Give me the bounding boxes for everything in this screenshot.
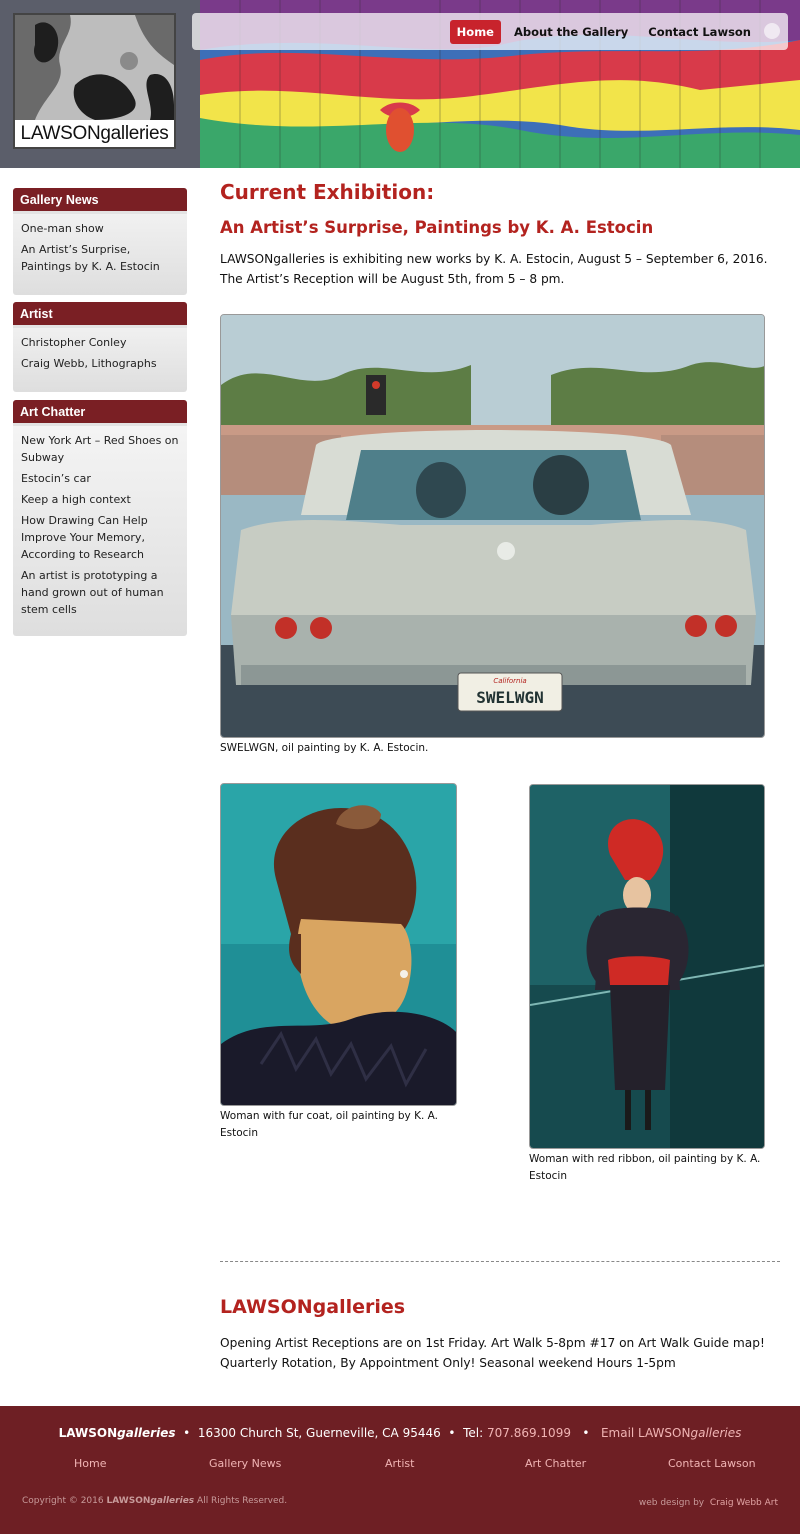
copyright-suffix: All Rights Reserved. xyxy=(197,1496,288,1506)
site-footer: LAWSONgalleries • 16300 Church St, Guern… xyxy=(0,1406,800,1534)
footer-copyright: Copyright © 2016 LAWSONgalleries All Rig… xyxy=(22,1496,287,1506)
gallery-info-text: Opening Artist Receptions are on 1st Fri… xyxy=(220,1336,765,1370)
sidebar-title: Art Chatter xyxy=(13,400,187,426)
painting-swelwgn[interactable]: California SWELWGN xyxy=(220,314,765,738)
footer-credit: web design by Craig Webb Art xyxy=(639,1498,778,1508)
car-painting-image: California SWELWGN xyxy=(221,315,764,737)
credit-prefix: web design by xyxy=(638,1498,705,1508)
footer-link-contact-lawson[interactable]: Contact Lawson xyxy=(668,1457,756,1470)
sidebar-link[interactable]: An Artist’s Surprise, Paintings by K. A.… xyxy=(21,241,179,275)
sidebar-title: Gallery News xyxy=(13,188,187,214)
license-plate-state: California xyxy=(493,677,526,685)
sidebar-artist: Artist Christopher Conley Craig Webb, Li… xyxy=(13,302,187,392)
sidebar-link[interactable]: An artist is prototyping a hand grown ou… xyxy=(21,567,179,618)
rss-icon[interactable] xyxy=(764,23,780,39)
sidebar-gallery-news: Gallery News One-man show An Artist’s Su… xyxy=(13,188,187,295)
footer-email-link[interactable]: Email LAWSONgalleries xyxy=(601,1426,741,1440)
main-nav: Home About the Gallery Contact Lawson xyxy=(192,13,788,50)
footer-link-home[interactable]: Home xyxy=(74,1457,106,1470)
license-plate-text: SWELWGN xyxy=(476,688,543,707)
sidebar-link[interactable]: Estocin’s car xyxy=(21,470,179,487)
credit-link[interactable]: Craig Webb Art xyxy=(710,1498,778,1508)
footer-address: 16300 Church St, Guerneville, CA 95446 xyxy=(197,1426,441,1440)
logo-mark-icon xyxy=(15,15,174,120)
gallery-info-title: LAWSONgalleries xyxy=(220,1296,406,1318)
footer-email-em: galleries xyxy=(690,1426,742,1440)
copyright-brand: LAWSON xyxy=(106,1496,151,1506)
section-divider xyxy=(220,1261,780,1262)
copyright-prefix: Copyright © 2016 xyxy=(22,1496,104,1506)
sidebar-title: Artist xyxy=(13,302,187,328)
sidebar-link[interactable]: New York Art – Red Shoes on Subway xyxy=(21,432,179,466)
footer-email-prefix: Email LAWSON xyxy=(600,1426,691,1440)
red-ribbon-painting-image xyxy=(530,785,764,1148)
footer-brand-em: galleries xyxy=(117,1426,176,1440)
sidebar-link[interactable]: Craig Webb, Lithographs xyxy=(21,355,179,372)
page-title: Current Exhibition: xyxy=(220,180,435,204)
nav-contact-lawson[interactable]: Contact Lawson xyxy=(641,20,758,44)
sidebar-link[interactable]: Christopher Conley xyxy=(21,334,179,351)
exhibition-title: An Artist’s Surprise, Paintings by K. A.… xyxy=(220,218,654,237)
painting-caption: SWELWGN, oil painting by K. A. Estocin. xyxy=(220,742,429,754)
painting-woman-red-ribbon[interactable] xyxy=(529,784,765,1149)
sidebar-art-chatter: Art Chatter New York Art – Red Shoes on … xyxy=(13,400,187,636)
fur-coat-painting-image xyxy=(221,784,456,1105)
site-header: LAWSONgalleries Home About the Gallery C… xyxy=(0,0,800,168)
footer-contact-line: LAWSONgalleries • 16300 Church St, Guern… xyxy=(58,1426,742,1440)
exhibition-intro: LAWSONgalleries is exhibiting new works … xyxy=(220,252,768,286)
footer-link-art-chatter[interactable]: Art Chatter xyxy=(525,1457,586,1470)
footer-link-artist[interactable]: Artist xyxy=(385,1457,414,1470)
sidebar-link[interactable]: How Drawing Can Help Improve Your Memory… xyxy=(21,512,179,563)
nav-home[interactable]: Home xyxy=(449,20,501,44)
footer-tel-label: Tel: xyxy=(463,1426,484,1440)
sidebar-link[interactable]: Keep a high context xyxy=(21,491,179,508)
painting-caption: Woman with red ribbon, oil painting by K… xyxy=(529,1153,761,1182)
nav-about-gallery[interactable]: About the Gallery xyxy=(507,20,635,44)
copyright-brand-em: galleries xyxy=(150,1496,195,1506)
footer-tel[interactable]: 707.869.1099 xyxy=(487,1426,571,1440)
painting-caption: Woman with fur coat, oil painting by K. … xyxy=(220,1110,438,1139)
site-logo[interactable]: LAWSONgalleries xyxy=(13,13,176,149)
sidebar-link[interactable]: One-man show xyxy=(21,220,179,237)
logo-wordmark: LAWSONgalleries xyxy=(15,120,174,147)
footer-link-gallery-news[interactable]: Gallery News xyxy=(209,1457,281,1470)
footer-brand: LAWSON xyxy=(58,1426,118,1440)
painting-woman-fur-coat[interactable] xyxy=(220,783,457,1106)
